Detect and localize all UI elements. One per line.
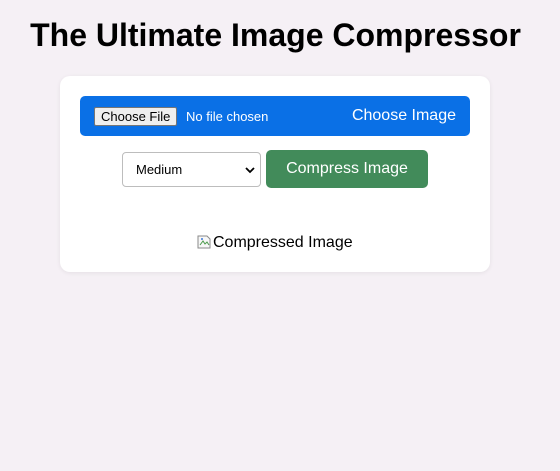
- choose-image-label[interactable]: Choose Image: [352, 106, 456, 125]
- page-title: The Ultimate Image Compressor: [30, 17, 521, 53]
- broken-image-icon: [197, 235, 211, 249]
- compressed-image-alt: Compressed Image: [213, 234, 353, 251]
- quality-select[interactable]: Medium: [122, 152, 261, 187]
- compressed-image: Compressed Image: [196, 232, 356, 254]
- choose-file-button[interactable]: Choose File: [94, 107, 178, 126]
- compress-image-button[interactable]: Compress Image: [266, 150, 428, 188]
- quality-select-value: Medium: [136, 162, 183, 177]
- chevron-down-icon: [245, 167, 255, 174]
- upload-bar: Choose File No file chosen Choose Image: [80, 96, 470, 136]
- compressor-card: Choose File No file chosen Choose Image …: [60, 76, 490, 272]
- file-status-text: No file chosen: [186, 109, 269, 124]
